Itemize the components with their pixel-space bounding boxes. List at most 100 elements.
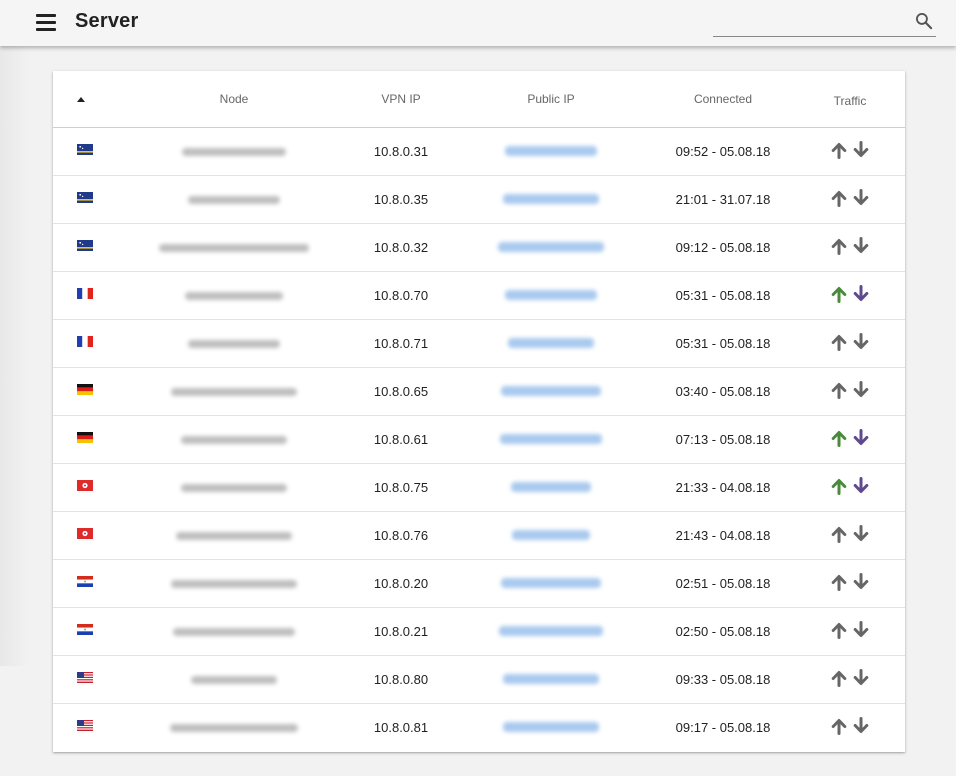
download-arrow-icon: [851, 284, 871, 304]
table-row[interactable]: 10.8.0.75 21:33 - 04.08.18: [53, 463, 905, 512]
download-arrow-icon: [851, 572, 871, 592]
search-icon[interactable]: [914, 11, 934, 31]
download-arrow-icon: [851, 188, 871, 208]
redacted-public-ip: [508, 337, 594, 348]
redacted-node-name: [191, 675, 277, 684]
connected-cell: 21:43 - 04.08.18: [651, 511, 795, 560]
public-ip-cell: [451, 127, 651, 176]
node-cell: [117, 703, 351, 751]
vpn-ip-cell: 10.8.0.21: [351, 607, 451, 656]
curacao-flag-icon: [77, 239, 93, 251]
table-row[interactable]: 10.8.0.35 21:01 - 31.07.18: [53, 175, 905, 224]
column-header-connected[interactable]: Connected: [651, 71, 795, 128]
traffic-cell: [795, 223, 905, 272]
upload-arrow-icon: [829, 284, 849, 304]
column-header-public-ip[interactable]: Public IP: [451, 71, 651, 128]
menu-icon[interactable]: [34, 12, 58, 34]
node-cell: [117, 175, 351, 224]
curacao-flag-icon: [77, 143, 93, 155]
vpn-ip-cell: 10.8.0.76: [351, 511, 451, 560]
france-flag-icon: [77, 335, 93, 347]
background-shade: [0, 46, 30, 666]
redacted-node-name: [173, 627, 295, 636]
table-row[interactable]: 10.8.0.32 09:12 - 05.08.18: [53, 223, 905, 272]
traffic-cell: [795, 463, 905, 512]
connected-cell: 07:13 - 05.08.18: [651, 415, 795, 464]
redacted-node-name: [182, 147, 286, 156]
connected-cell: 09:33 - 05.08.18: [651, 655, 795, 704]
public-ip-cell: [451, 703, 651, 751]
redacted-public-ip: [499, 625, 603, 636]
connected-cell: 09:17 - 05.08.18: [675, 719, 771, 735]
public-ip-cell: [451, 319, 651, 368]
column-header-vpn-ip[interactable]: VPN IP: [351, 71, 451, 128]
vpn-ip-cell: 10.8.0.35: [351, 175, 451, 224]
upload-arrow-icon: [829, 716, 849, 736]
sort-ascending-icon[interactable]: [77, 97, 85, 103]
redacted-node-name: [171, 579, 297, 588]
hong-kong-flag-icon: [77, 527, 93, 539]
flag-cell: [53, 415, 117, 464]
redacted-node-name: [188, 339, 280, 348]
redacted-node-name: [159, 243, 309, 252]
connected-cell: 21:01 - 31.07.18: [651, 175, 795, 224]
public-ip-cell: [451, 367, 651, 416]
redacted-public-ip: [503, 721, 599, 732]
traffic-cell: [795, 703, 905, 751]
upload-arrow-icon: [829, 188, 849, 208]
vpn-ip-cell: 10.8.0.80: [351, 655, 451, 704]
search-input[interactable]: [713, 8, 909, 36]
traffic-cell: [795, 511, 905, 560]
flag-cell: [53, 703, 117, 751]
vpn-ip-cell: 10.8.0.81: [373, 719, 429, 735]
redacted-public-ip: [505, 145, 597, 156]
connected-cell: 02:50 - 05.08.18: [651, 607, 795, 656]
table-row[interactable]: 10.8.0.65 03:40 - 05.08.18: [53, 367, 905, 416]
redacted-public-ip: [500, 433, 602, 444]
search-field[interactable]: [713, 8, 936, 37]
vpn-ip-cell: 10.8.0.31: [351, 127, 451, 176]
public-ip-cell: [451, 607, 651, 656]
traffic-cell: [795, 367, 905, 416]
redacted-public-ip: [503, 673, 599, 684]
table-row[interactable]: 10.8.0.61 07:13 - 05.08.18: [53, 415, 905, 464]
table-row[interactable]: 10.8.0.20 02:51 - 05.08.18: [53, 559, 905, 608]
traffic-cell: [795, 559, 905, 608]
table-row[interactable]: 10.8.0.71 05:31 - 05.08.18: [53, 319, 905, 368]
table-row[interactable]: 10.8.0.21 02:50 - 05.08.18: [53, 607, 905, 656]
table-row[interactable]: 10.8.0.76 21:43 - 04.08.18: [53, 511, 905, 560]
curacao-flag-icon: [77, 191, 93, 203]
redacted-node-name: [188, 195, 280, 204]
node-cell: [117, 127, 351, 176]
download-arrow-icon: [851, 524, 871, 544]
table-row[interactable]: 10.8.0.80 09:33 - 05.08.18: [53, 655, 905, 704]
sort-column-header[interactable]: [53, 71, 117, 128]
redacted-node-name: [171, 387, 297, 396]
flag-cell: [53, 655, 117, 704]
node-cell: [117, 415, 351, 464]
connected-cell: 21:33 - 04.08.18: [651, 463, 795, 512]
upload-arrow-icon: [829, 332, 849, 352]
column-header-traffic[interactable]: Traffic: [795, 71, 905, 128]
table-row[interactable]: 10.8.0.31 09:52 - 05.08.18: [53, 127, 905, 176]
flag-cell: [53, 223, 117, 272]
upload-arrow-icon: [829, 140, 849, 160]
download-arrow-icon: [851, 236, 871, 256]
download-arrow-icon: [851, 332, 871, 352]
flag-cell: [53, 271, 117, 320]
redacted-public-ip: [503, 193, 599, 204]
table-row[interactable]: 10.8.0.70 05:31 - 05.08.18: [53, 271, 905, 320]
flag-cell: [53, 559, 117, 608]
paraguay-flag-icon: [77, 623, 93, 635]
flag-cell: [53, 511, 117, 560]
server-table: Node VPN IP Public IP Connected Traffic …: [53, 71, 905, 751]
redacted-node-name: [185, 291, 283, 300]
table-row[interactable]: 10.8.0.81 09:17 - 05.08.18: [53, 703, 905, 751]
redacted-public-ip: [498, 241, 604, 252]
column-header-node[interactable]: Node: [117, 71, 351, 128]
node-cell: [117, 271, 351, 320]
download-arrow-icon: [851, 716, 871, 736]
traffic-cell: [795, 415, 905, 464]
server-table-card: Node VPN IP Public IP Connected Traffic …: [53, 71, 905, 752]
node-cell: [117, 319, 351, 368]
